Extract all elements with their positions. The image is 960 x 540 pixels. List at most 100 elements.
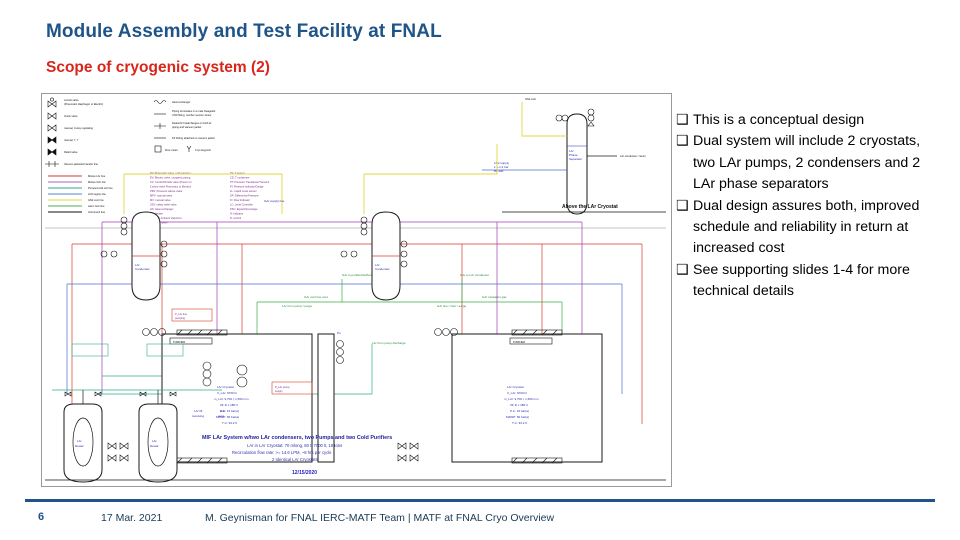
svg-text:piping and vacuum jacket: piping and vacuum jacket xyxy=(172,125,202,129)
bullet-list: ❑ This is a conceptual design ❑ Dual sys… xyxy=(676,110,944,303)
svg-text:HX: Heat exchanger: HX: Heat exchanger xyxy=(150,207,173,211)
checkbox-bullet-icon: ❑ xyxy=(676,197,689,214)
svg-text:GN2 vent line: GN2 vent line xyxy=(88,198,104,202)
svg-text:receiving: receiving xyxy=(192,414,204,418)
svg-text:check valve: check valve xyxy=(64,114,78,118)
svg-text:LC: Level Controller: LC: Level Controller xyxy=(230,203,253,207)
footer-date: 17 Mar. 2021 xyxy=(101,512,163,524)
svg-text:Instrument line: Instrument line xyxy=(88,210,106,214)
list-item-text: This is a conceptual design xyxy=(693,112,865,128)
svg-text:V_LAr: 9700 lit: V_LAr: 9700 lit xyxy=(507,391,527,395)
list-item-text: Dual system will include 2 cryostats, tw… xyxy=(693,133,921,193)
svg-text:GAr to purifiers/buffers: GAr to purifiers/buffers xyxy=(342,273,373,277)
caption-line-3: 2 Identical LAr Cryostats xyxy=(272,457,318,462)
svg-text:33' lit x 180' lt: 33' lit x 180' lt xyxy=(510,403,528,407)
svg-text:Heat exchanger: Heat exchanger xyxy=(172,100,190,104)
svg-text:LAr Cryostat: LAr Cryostat xyxy=(507,385,524,389)
svg-text:KF Fitting attached on vacuum: KF Fitting attached on vacuum jacket xyxy=(172,136,215,140)
svg-text:LN2 supply line: LN2 supply line xyxy=(88,192,106,196)
svg-text:manual, 3-way regulating: manual, 3-way regulating xyxy=(64,126,94,130)
svg-text:LAr from pump / purge: LAr from pump / purge xyxy=(282,304,312,308)
svg-text:MV: manual valve: MV: manual valve xyxy=(150,198,171,202)
svg-text:Flow meter: Flow meter xyxy=(165,148,178,152)
svg-text:Dielectric break flanges on bo: Dielectric break flanges on both Ar xyxy=(172,121,212,125)
svg-text:Pu: Pu xyxy=(337,331,341,335)
condenser-vessel-left: LAr Condenser xyxy=(100,211,168,301)
cryostat-right: LAr Cryostat V_LAr: 9700 lit m_LAr: 9,70… xyxy=(451,329,603,464)
above-cryostat-note: Above the LAr Cryostat xyxy=(562,204,618,210)
footer-credit: M. Geynisman for FNAL IERC-MATF Team | M… xyxy=(205,512,555,524)
svg-text:GAr line / inter / surge: GAr line / inter / surge xyxy=(437,304,467,308)
svg-text:LAr from pump discharge: LAr from pump discharge xyxy=(372,341,406,345)
svg-text:SSV: safety relief valve: SSV: safety relief valve xyxy=(150,203,177,207)
svg-text:m_LAr: 9,700 l, 1,500 mm: m_LAr: 9,700 l, 1,500 mm xyxy=(214,397,249,401)
legend-abbreviations: PV: Pneumatic valve, cold warming EV: El… xyxy=(150,171,270,225)
svg-text:CD: T condenser: CD: T condenser xyxy=(230,176,250,180)
svg-text:LAr Cryostat: LAr Cryostat xyxy=(217,385,234,389)
svg-text:DP: Differential Pressure: DP: Differential Pressure xyxy=(230,194,259,198)
phase-separator-group: LAr Phase Separator GN2 vent LN2 supply … xyxy=(482,97,666,215)
svg-text:VCR fitting, number version Ju: VCR fitting, number version Junior xyxy=(172,113,212,117)
svg-text:control valve: control valve xyxy=(64,98,79,102)
svg-text:33' lit x 180' lt: 33' lit x 180' lt xyxy=(220,403,238,407)
page-title: Module Assembly and Test Facility at FNA… xyxy=(46,21,442,42)
svg-text:supply: supply xyxy=(275,389,283,393)
svg-text:H: Indicator: H: Indicator xyxy=(230,212,243,216)
checkbox-bullet-icon: ❑ xyxy=(676,112,689,128)
svg-text:Vacuum jacketed transfer line: Vacuum jacketed transfer line xyxy=(64,162,99,166)
checkbox-bullet-icon: ❑ xyxy=(676,261,689,278)
svg-text:CV: Control/throttle valve (Pn: CV: Control/throttle valve (Pneum or xyxy=(150,180,192,184)
svg-text:PSC: Equal Percentage: PSC: Equal Percentage xyxy=(230,207,258,211)
svg-text:Condenser: Condenser xyxy=(375,267,390,271)
svg-text:LL: Liquid Level sensor: LL: Liquid Level sensor xyxy=(230,189,257,193)
list-item-text: See supporting slides 1-4 for more techn… xyxy=(693,261,910,300)
svg-text:Relief valve: Relief valve xyxy=(64,150,78,154)
svg-text:P_LAr line: P_LAr line xyxy=(175,312,188,316)
svg-text:pumping: pumping xyxy=(175,316,186,320)
svg-text:warm GAr line: warm GAr line xyxy=(88,204,105,208)
svg-text:PURIFIER: PURIFIER xyxy=(513,340,525,344)
caption-line-2: Recirculation flow rate: >= 14.6 LPM, ~8… xyxy=(232,450,332,455)
list-item: ❑ See supporting slides 1-4 for more tec… xyxy=(676,260,944,303)
svg-text:EV: Electric valve, cryogenic: EV: Electric valve, cryogenic piping xyxy=(150,176,191,180)
cryogenic-system-diagram: .ln-red{stroke:#d93a2b;stroke-width:0.7;… xyxy=(41,93,672,487)
checkbox-bullet-icon: ❑ xyxy=(676,133,689,150)
svg-text:LAr: LAr xyxy=(77,439,82,443)
lar-supply-note: P_LAr line pumping xyxy=(171,308,213,322)
dewar-left: LAr Dewar xyxy=(63,390,103,483)
svg-text:P_LAr pump: P_LAr pump xyxy=(275,385,290,389)
caption-title: MIF LAr System w/two LAr condensers, two… xyxy=(202,435,392,441)
footer-divider xyxy=(25,499,935,502)
svg-text:Separator: Separator xyxy=(569,157,582,161)
svg-text:PRV: Pressure relieve valve: PRV: Pressure relieve valve xyxy=(150,189,183,193)
svg-text:Motive GAr line: Motive GAr line xyxy=(88,180,106,184)
svg-text:GAr: GAr xyxy=(220,409,225,413)
svg-text:Control valve Pneumatic or Ele: Control valve Pneumatic or Electric) xyxy=(150,185,191,189)
legend-symbol-column-left: control valve (Pneumatic diaphragm or El… xyxy=(45,97,103,167)
list-item: ❑ Dual design assures both, improved sch… xyxy=(676,196,944,260)
svg-text:Piping terminates in a male Sw: Piping terminates in a male Swagelok xyxy=(172,109,216,113)
svg-text:Motive LAr line: Motive LAr line xyxy=(88,174,106,178)
list-item: ❑ Dual system will include 2 cryostats, … xyxy=(676,131,944,195)
caption-date: 12/15/2020 xyxy=(292,470,317,476)
svg-text:Condenser: Condenser xyxy=(135,267,150,271)
svg-text:FI: Flow Indicator: FI: Flow Indicator xyxy=(230,198,250,202)
legend-line-colors: Motive LAr line Motive GAr line Pumped c… xyxy=(48,174,113,214)
svg-text:GAr supply line: GAr supply line xyxy=(264,199,285,203)
svg-text:LAr condenser / return: LAr condenser / return xyxy=(620,154,646,158)
page-subtitle: Scope of cryogenic system (2) xyxy=(46,59,270,76)
svg-text:PT: Pressure Transducer/Transm: PT: Pressure Transducer/Transmit xyxy=(230,180,270,184)
svg-text:MAWP: 50 bar(a): MAWP: 50 bar(a) xyxy=(506,415,529,419)
svg-text:GN2 vent: GN2 vent xyxy=(525,97,536,101)
svg-text:LAr: LAr xyxy=(152,439,157,443)
svg-text:D: control: D: control xyxy=(230,216,242,220)
svg-text:(Pneumatic diaphragm or Electr: (Pneumatic diaphragm or Electric) xyxy=(64,102,103,106)
diagram-canvas: .ln-red{stroke:#d93a2b;stroke-width:0.7;… xyxy=(45,97,666,483)
svg-text:MPV: manual valve: MPV: manual valve xyxy=(150,194,173,198)
caption-line-1: LAr in LAr Cryostat: 70 mlong, 80 t, 700… xyxy=(247,443,342,448)
page-number: 6 xyxy=(38,511,45,523)
condenser-vessel-right: LAr Condenser xyxy=(340,211,408,301)
svg-text:T in: 94.2 K: T in: 94.2 K xyxy=(512,421,527,425)
svg-text:Cryo keypoint: Cryo keypoint xyxy=(195,148,211,152)
svg-text:Dewar: Dewar xyxy=(75,444,84,448)
